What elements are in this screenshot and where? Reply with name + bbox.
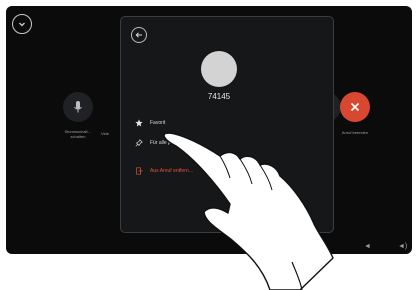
pointing-hand-illustration: [163, 132, 334, 290]
